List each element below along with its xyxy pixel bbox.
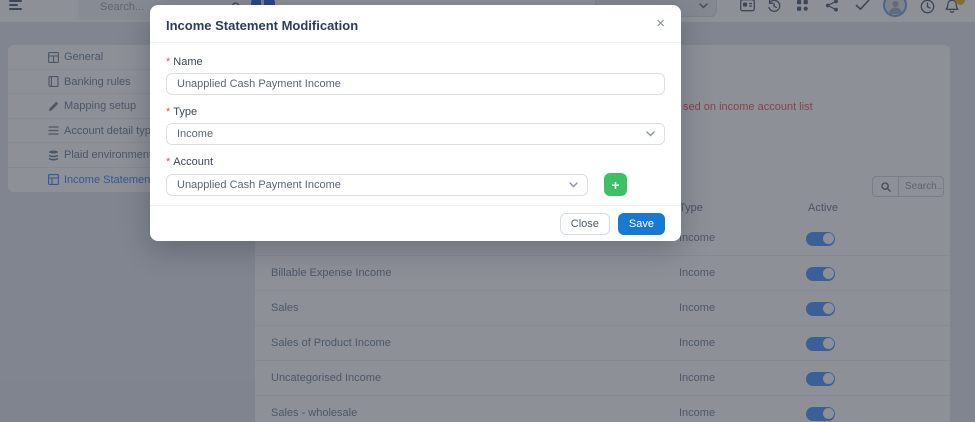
modal-title: Income Statement Modification	[166, 18, 358, 33]
income-statement-modification-modal: Income Statement Modification × *Name *T…	[150, 5, 681, 241]
type-select-value: Income	[177, 128, 213, 140]
type-field-label: *Type	[166, 106, 665, 118]
required-marker: *	[166, 156, 170, 168]
close-button[interactable]: Close	[560, 213, 610, 235]
name-field-label: *Name	[166, 56, 665, 68]
account-field-label: *Account	[166, 156, 665, 168]
add-account-button[interactable]: +	[604, 173, 627, 196]
chevron-down-icon	[646, 131, 655, 137]
chevron-down-icon	[569, 182, 578, 188]
required-marker: *	[166, 56, 170, 68]
close-icon[interactable]: ×	[654, 14, 667, 33]
app-window: Quick Actions	[0, 0, 975, 422]
name-field[interactable]	[166, 73, 665, 95]
modal-footer: Close Save	[150, 205, 681, 241]
account-select[interactable]: Unapplied Cash Payment Income	[166, 174, 588, 196]
save-button[interactable]: Save	[618, 213, 665, 235]
required-marker: *	[166, 106, 170, 118]
account-select-value: Unapplied Cash Payment Income	[177, 179, 341, 191]
type-select[interactable]: Income	[166, 123, 665, 145]
modal-header: Income Statement Modification ×	[150, 5, 681, 43]
modal-body: *Name *Type Income *Account	[150, 43, 681, 196]
